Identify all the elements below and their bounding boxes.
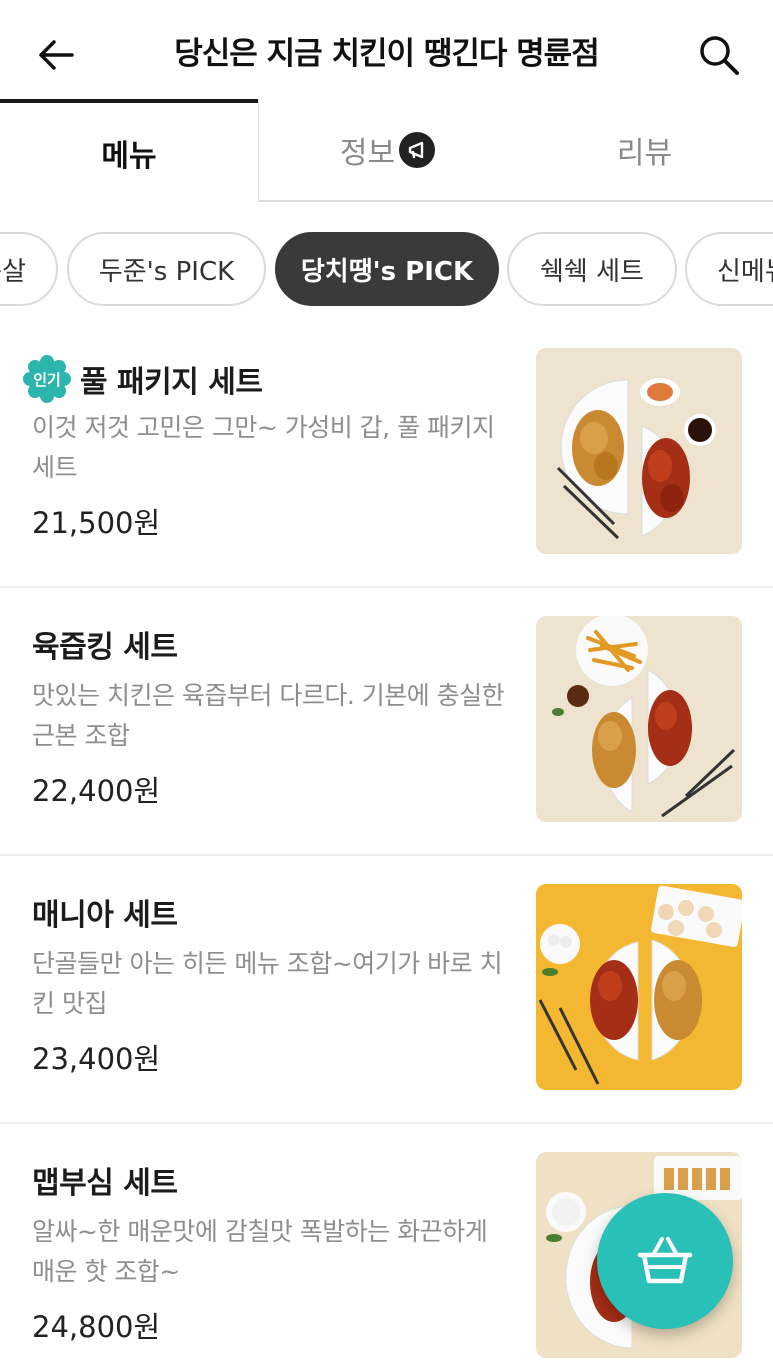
menu-description: 단골들만 아는 히든 메뉴 조합~여기가 바로 치킨 맛집 (32, 949, 503, 1018)
search-icon (700, 36, 739, 75)
category-chips: 순살 두준's PICK 당치땡's PICK 쉑쉑 세트 신메뉴 (0, 232, 773, 308)
menu-name-row: 인기 풀 패키지 세트 (23, 354, 263, 404)
app-header: 당신은 지금 치킨이 땡긴다 명륜점 (0, 0, 773, 105)
menu-name: 맵부심 세트 (32, 1166, 178, 1201)
tab-info[interactable]: 정보 (258, 99, 516, 202)
menu-description: 이것 저것 고민은 그만~ 가성비 갑, 풀 패키지 세트 (32, 413, 495, 482)
menu-name: 매니아 세트 (32, 898, 178, 933)
menu-price: 24,800원 (32, 1310, 161, 1344)
page-title: 당신은 지금 치킨이 땡긴다 명륜점 (174, 36, 599, 72)
store-tabs: 메뉴 정보 리뷰 (0, 99, 773, 202)
chip-boneless[interactable]: 순살 (0, 232, 58, 306)
chip-label: 두준's PICK (98, 256, 235, 287)
menu-name: 풀 패키지 세트 (80, 365, 263, 400)
menu-item[interactable]: 매니아 세트 단골들만 아는 히든 메뉴 조합~여기가 바로 치킨 맛집 23,… (0, 856, 773, 1124)
chip-label: 신메뉴 (717, 256, 773, 287)
chip-label: 순살 (0, 256, 26, 287)
basket-icon (637, 1237, 693, 1284)
megaphone-icon (399, 131, 436, 168)
menu-thumbnail (536, 348, 742, 554)
tab-review[interactable]: 리뷰 (516, 99, 773, 202)
menu-item[interactable]: 인기 풀 패키지 세트 이것 저것 고민은 그만~ 가성비 갑, 풀 패키지 세… (0, 320, 773, 588)
popular-badge-label: 인기 (33, 370, 61, 389)
tab-menu-label: 메뉴 (101, 138, 157, 174)
chip-dujun-pick[interactable]: 두준's PICK (67, 232, 266, 306)
menu-price: 21,500원 (32, 506, 161, 540)
menu-thumbnail (536, 884, 742, 1090)
menu-description: 맛있는 치킨은 육즙부터 다르다. 기본에 충실한 근본 조합 (32, 681, 505, 750)
chip-new-menu[interactable]: 신메뉴 (685, 232, 773, 306)
menu-thumbnail (536, 616, 742, 822)
chip-label: 당치땡's PICK (300, 256, 474, 287)
menu-price: 23,400원 (32, 1042, 161, 1076)
menu-item[interactable]: 육즙킹 세트 맛있는 치킨은 육즙부터 다르다. 기본에 충실한 근본 조합 2… (0, 588, 773, 856)
tab-menu[interactable]: 메뉴 (0, 99, 258, 202)
menu-name-row: 육즙킹 세트 (32, 622, 178, 666)
menu-name-row: 매니아 세트 (32, 890, 178, 934)
tab-info-label: 정보 (339, 135, 396, 171)
chip-dangchittaeng-pick[interactable]: 당치땡's PICK (275, 232, 499, 306)
menu-description: 알싸~한 매운맛에 감칠맛 폭발하는 화끈하게 매운 핫 조합~ (32, 1217, 488, 1286)
cart-button[interactable] (597, 1193, 733, 1329)
tab-review-label: 리뷰 (616, 135, 673, 171)
chip-label: 쉑쉑 세트 (540, 256, 644, 287)
menu-price: 22,400원 (32, 774, 161, 808)
search-button[interactable] (694, 30, 744, 80)
menu-name-row: 맵부심 세트 (32, 1158, 178, 1202)
menu-name: 육즙킹 세트 (32, 630, 178, 665)
popular-badge: 인기 (22, 354, 72, 404)
chip-shack-set[interactable]: 쉑쉑 세트 (507, 232, 677, 306)
